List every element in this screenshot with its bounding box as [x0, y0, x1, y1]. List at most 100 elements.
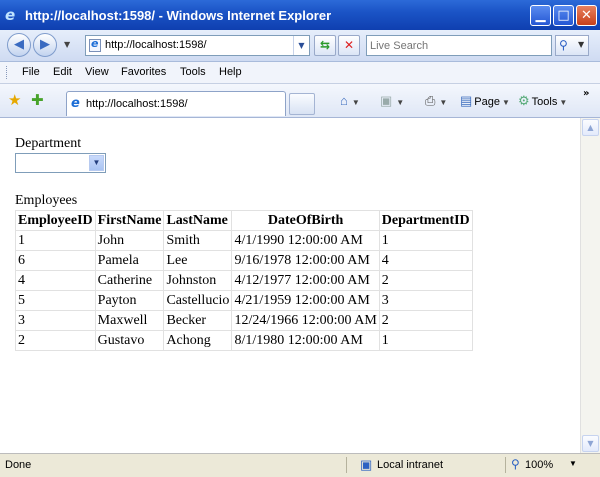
menu-favorites[interactable]: Favorites — [121, 66, 166, 78]
table-cell: 2 — [378, 270, 473, 291]
table-row: 5 Payton Castellucio 4/21/1959 12:00:00 … — [15, 290, 473, 311]
scroll-down-icon[interactable]: ▼ — [582, 435, 599, 452]
forward-arrow-icon: ▶ — [40, 37, 50, 52]
page-icon — [89, 37, 101, 52]
tools-dropdown-icon: ▼ — [559, 98, 568, 107]
menu-edit[interactable]: Edit — [53, 66, 72, 78]
column-header: EmployeeID — [15, 210, 96, 231]
table-header-row: EmployeeID FirstName LastName DateOfBirt… — [15, 210, 473, 231]
table-cell: Maxwell — [94, 310, 165, 331]
print-button[interactable]: ⎙ ▼ — [425, 93, 447, 109]
table-row: 4 Catherine Johnston 4/12/1977 12:00:00 … — [15, 270, 473, 291]
more-tools-chevron-icon[interactable]: » — [583, 88, 589, 99]
menu-help[interactable]: Help — [219, 66, 242, 78]
search-button[interactable]: ⚲ ▼ — [555, 35, 589, 56]
tab-localhost[interactable]: e http://localhost:1598/ — [66, 91, 286, 116]
recent-pages-dropdown-icon[interactable]: ▼ — [64, 40, 70, 49]
address-input[interactable]: http://localhost:1598/ ▼ — [85, 35, 310, 56]
table-cell: Payton — [94, 290, 165, 311]
table-cell: 3 — [378, 290, 473, 311]
employees-label: Employees — [15, 193, 78, 208]
search-icon: ⚲ — [559, 38, 568, 52]
new-tab-button[interactable] — [289, 93, 315, 115]
table-cell: 1 — [15, 230, 96, 251]
search-options-dropdown-icon[interactable]: ▼ — [578, 40, 584, 49]
status-text: Done — [5, 459, 32, 471]
refresh-button[interactable]: ⇆ — [314, 35, 336, 56]
page-content: Department ▼ Employees EmployeeID FirstN… — [0, 118, 580, 453]
address-url: http://localhost:1598/ — [105, 39, 207, 51]
table-row: 1 John Smith 4/1/1990 12:00:00 AM 1 — [15, 230, 473, 251]
table-row: 6 Pamela Lee 9/16/1978 12:00:00 AM 4 — [15, 250, 473, 271]
table-cell: 4 — [15, 270, 96, 291]
table-cell: 5 — [15, 290, 96, 311]
search-field[interactable] — [366, 35, 552, 56]
ie-logo-icon: e — [5, 6, 16, 24]
vertical-scrollbar[interactable]: ▲ ▼ — [580, 118, 600, 453]
add-favorite-icon[interactable]: ✚ — [31, 91, 44, 109]
chevron-down-icon[interactable]: ▼ — [89, 155, 104, 171]
table-cell: Pamela — [94, 250, 165, 271]
back-arrow-icon: ◀ — [14, 37, 24, 52]
menu-view[interactable]: View — [85, 66, 109, 78]
table-cell: Achong — [163, 330, 233, 351]
table-cell: 2 — [15, 330, 96, 351]
table-cell: Castellucio — [163, 290, 233, 311]
refresh-icon: ⇆ — [319, 38, 331, 52]
table-cell: 1 — [378, 330, 473, 351]
address-dropdown-icon[interactable]: ▼ — [293, 36, 309, 55]
stop-button[interactable]: ✕ — [338, 35, 360, 56]
column-header: DateOfBirth — [231, 210, 380, 231]
home-button[interactable]: ⌂ ▼ — [340, 93, 360, 108]
table-cell: 4/1/1990 12:00:00 AM — [231, 230, 380, 251]
table-cell: 3 — [15, 310, 96, 331]
minimize-button[interactable]: ▁ — [530, 5, 551, 26]
feeds-button[interactable]: ▣ ▼ — [380, 93, 404, 109]
table-cell: 2 — [378, 310, 473, 331]
printer-icon: ⎙ — [425, 93, 436, 108]
maximize-button[interactable]: □ — [553, 5, 574, 26]
menu-bar: File Edit View Favorites Tools Help — [0, 62, 600, 84]
print-dropdown-icon: ▼ — [439, 98, 448, 107]
table-cell: Johnston — [163, 270, 233, 291]
menu-file[interactable]: File — [22, 66, 40, 78]
menu-tools[interactable]: Tools — [180, 66, 206, 78]
back-button[interactable]: ◀ — [7, 33, 31, 57]
table-cell: 6 — [15, 250, 96, 271]
forward-button[interactable]: ▶ — [33, 33, 57, 57]
zoom-icon: ⚲ — [511, 457, 520, 471]
tab-page-icon: e — [71, 96, 80, 111]
table-cell: 1 — [378, 230, 473, 251]
tools-menu-button[interactable]: ⚙ Tools ▼ — [518, 93, 567, 109]
toolbar-grip — [6, 66, 9, 79]
tools-menu-label: Tools — [531, 96, 558, 108]
table-cell: 8/1/1980 12:00:00 AM — [231, 330, 380, 351]
zoom-level[interactable]: 100% — [525, 459, 553, 471]
window-title: http://localhost:1598/ - Windows Interne… — [25, 8, 332, 23]
security-zone[interactable]: Local intranet — [377, 459, 443, 471]
favorites-center-icon[interactable]: ★ — [8, 91, 21, 109]
department-select[interactable]: ▼ — [15, 153, 106, 173]
tab-label: http://localhost:1598/ — [86, 98, 188, 110]
window-titlebar: e http://localhost:1598/ - Windows Inter… — [0, 0, 600, 30]
gear-icon: ⚙ — [518, 93, 530, 108]
search-input[interactable] — [370, 37, 548, 54]
scroll-up-icon[interactable]: ▲ — [582, 119, 599, 136]
page-menu-button[interactable]: ▤ Page ▼ — [460, 93, 510, 109]
feeds-dropdown-icon: ▼ — [396, 98, 405, 107]
table-cell: Gustavo — [94, 330, 165, 351]
page-menu-icon: ▤ — [460, 93, 473, 108]
close-button[interactable]: ✕ — [576, 5, 597, 26]
intranet-zone-icon: ▣ — [360, 457, 373, 472]
favorites-tab-bar: ★ ✚ e http://localhost:1598/ ⌂ ▼ ▣ ▼ ⎙ ▼ ▤ P… — [0, 84, 600, 118]
column-header: FirstName — [94, 210, 165, 231]
table-cell: 4/21/1959 12:00:00 AM — [231, 290, 380, 311]
department-label: Department — [15, 136, 82, 151]
zoom-dropdown-icon[interactable]: ▼ — [569, 459, 577, 468]
table-cell: Catherine — [94, 270, 165, 291]
table-cell: 12/24/1966 12:00:00 AM — [231, 310, 380, 331]
home-dropdown-icon: ▼ — [351, 98, 360, 107]
table-cell: Lee — [163, 250, 233, 271]
address-toolbar: ◀ ▶ ▼ http://localhost:1598/ ▼ ⇆ ✕ ⚲ ▼ — [0, 30, 600, 62]
table-cell: John — [94, 230, 165, 251]
